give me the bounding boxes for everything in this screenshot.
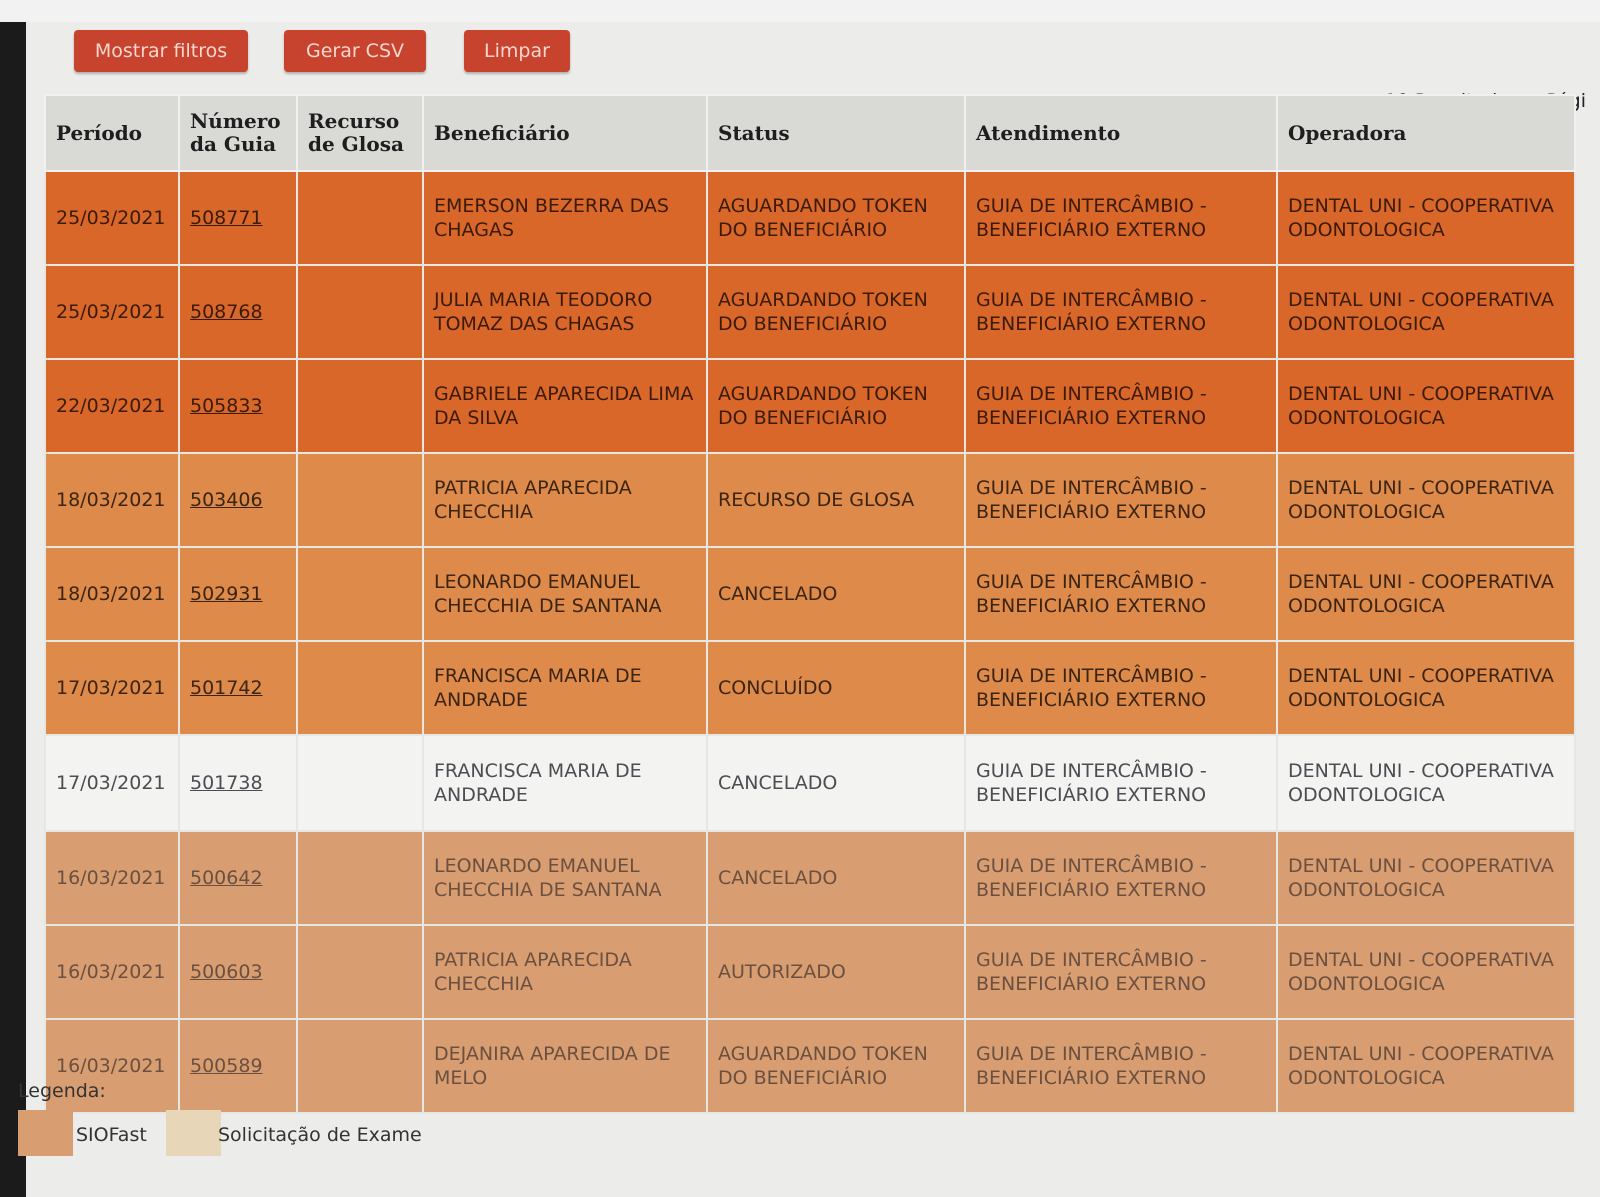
cell-atendimento: GUIA DE INTERCÂMBIO - BENEFICIÁRIO EXTER… — [964, 1018, 1278, 1114]
legend-exame-label: Solicitação de Exame — [218, 1124, 422, 1146]
cell-status: AGUARDANDO TOKEN DO BENEFICIÁRIO — [706, 358, 966, 454]
col-header-numero-guia[interactable]: Número da Guia — [178, 94, 298, 172]
table-row[interactable]: 25/03/2021 508768 JULIA MARIA TEODORO TO… — [44, 264, 1576, 360]
table-row[interactable]: 22/03/2021 505833 GABRIELE APARECIDA LIM… — [44, 358, 1576, 454]
table-row[interactable]: 25/03/2021 508771 EMERSON BEZERRA DAS CH… — [44, 170, 1576, 266]
legend-siofast-label: SIOFast — [76, 1124, 147, 1146]
col-header-periodo[interactable]: Período — [44, 94, 180, 172]
guia-link[interactable]: 501742 — [190, 677, 263, 699]
cell-beneficiario: JULIA MARIA TEODORO TOMAZ DAS CHAGAS — [422, 264, 708, 360]
cell-beneficiario: LEONARDO EMANUEL CHECCHIA DE SANTANA — [422, 546, 708, 642]
cell-recurso — [296, 264, 424, 360]
cell-periodo: 18/03/2021 — [44, 546, 180, 642]
cell-recurso — [296, 358, 424, 454]
cell-status: AUTORIZADO — [706, 924, 966, 1020]
cell-atendimento: GUIA DE INTERCÂMBIO - BENEFICIÁRIO EXTER… — [964, 452, 1278, 548]
cell-atendimento: GUIA DE INTERCÂMBIO - BENEFICIÁRIO EXTER… — [964, 546, 1278, 642]
cell-atendimento: GUIA DE INTERCÂMBIO - BENEFICIÁRIO EXTER… — [964, 830, 1278, 926]
cell-beneficiario: FRANCISCA MARIA DE ANDRADE — [422, 734, 708, 832]
cell-beneficiario: FRANCISCA MARIA DE ANDRADE — [422, 640, 708, 736]
cell-periodo: 17/03/2021 — [44, 734, 180, 832]
legend-title: Legenda: — [18, 1080, 106, 1102]
show-filters-button[interactable]: Mostrar filtros — [74, 30, 248, 72]
cell-recurso — [296, 924, 424, 1020]
clear-button[interactable]: Limpar — [464, 30, 570, 72]
table-row[interactable]: 18/03/2021 503406 PATRICIA APARECIDA CHE… — [44, 452, 1576, 548]
cell-recurso — [296, 640, 424, 736]
cell-recurso — [296, 1018, 424, 1114]
table-row[interactable]: 16/03/2021 500642 LEONARDO EMANUEL CHECC… — [44, 830, 1576, 926]
cell-beneficiario: GABRIELE APARECIDA LIMA DA SILVA — [422, 358, 708, 454]
cell-beneficiario: DEJANIRA APARECIDA DE MELO — [422, 1018, 708, 1114]
guia-link[interactable]: 502931 — [190, 583, 263, 605]
cell-periodo: 16/03/2021 — [44, 924, 180, 1020]
legend: SIOFast Solicitação de Exame — [18, 1110, 478, 1160]
cell-atendimento: GUIA DE INTERCÂMBIO - BENEFICIÁRIO EXTER… — [964, 640, 1278, 736]
cell-atendimento: GUIA DE INTERCÂMBIO - BENEFICIÁRIO EXTER… — [964, 264, 1278, 360]
cell-status: AGUARDANDO TOKEN DO BENEFICIÁRIO — [706, 1018, 966, 1114]
guia-link[interactable]: 505833 — [190, 395, 263, 417]
cell-status: CANCELADO — [706, 546, 966, 642]
cell-atendimento: GUIA DE INTERCÂMBIO - BENEFICIÁRIO EXTER… — [964, 734, 1278, 832]
table-row[interactable]: 18/03/2021 502931 LEONARDO EMANUEL CHECC… — [44, 546, 1576, 642]
cell-status: CANCELADO — [706, 734, 966, 832]
guia-link[interactable]: 500603 — [190, 961, 263, 983]
table-row[interactable]: 17/03/2021 501738 FRANCISCA MARIA DE AND… — [44, 734, 1576, 832]
browser-tab-strip — [0, 0, 1600, 23]
cell-recurso — [296, 452, 424, 548]
cell-status: CONCLUÍDO — [706, 640, 966, 736]
cell-periodo: 17/03/2021 — [44, 640, 180, 736]
table-row[interactable]: 16/03/2021 500603 PATRICIA APARECIDA CHE… — [44, 924, 1576, 1020]
cell-atendimento: GUIA DE INTERCÂMBIO - BENEFICIÁRIO EXTER… — [964, 358, 1278, 454]
guia-link[interactable]: 508771 — [190, 207, 263, 229]
cell-operadora: DENTAL UNI - COOPERATIVA ODONTOLOGICA — [1276, 358, 1576, 454]
cell-beneficiario: PATRICIA APARECIDA CHECCHIA — [422, 452, 708, 548]
col-header-status[interactable]: Status — [706, 94, 966, 172]
cell-operadora: DENTAL UNI - COOPERATIVA ODONTOLOGICA — [1276, 452, 1576, 548]
table-row[interactable]: 17/03/2021 501742 FRANCISCA MARIA DE AND… — [44, 640, 1576, 736]
guia-link[interactable]: 508768 — [190, 301, 263, 323]
cell-operadora: DENTAL UNI - COOPERATIVA ODONTOLOGICA — [1276, 640, 1576, 736]
cell-periodo: 18/03/2021 — [44, 452, 180, 548]
legend-exame-swatch — [166, 1110, 221, 1156]
cell-recurso — [296, 830, 424, 926]
cell-status: CANCELADO — [706, 830, 966, 926]
cell-operadora: DENTAL UNI - COOPERATIVA ODONTOLOGICA — [1276, 264, 1576, 360]
cell-periodo: 22/03/2021 — [44, 358, 180, 454]
guia-link[interactable]: 500589 — [190, 1055, 263, 1077]
col-header-operadora[interactable]: Operadora — [1276, 94, 1576, 172]
cell-status: AGUARDANDO TOKEN DO BENEFICIÁRIO — [706, 264, 966, 360]
guia-link[interactable]: 503406 — [190, 489, 263, 511]
cell-atendimento: GUIA DE INTERCÂMBIO - BENEFICIÁRIO EXTER… — [964, 924, 1278, 1020]
cell-operadora: DENTAL UNI - COOPERATIVA ODONTOLOGICA — [1276, 734, 1576, 832]
col-header-beneficiario[interactable]: Beneficiário — [422, 94, 708, 172]
col-header-recurso-glosa[interactable]: Recurso de Glosa — [296, 94, 424, 172]
table-row[interactable]: 16/03/2021 500589 DEJANIRA APARECIDA DE … — [44, 1018, 1576, 1114]
cell-operadora: DENTAL UNI - COOPERATIVA ODONTOLOGICA — [1276, 170, 1576, 266]
cell-periodo: 16/03/2021 — [44, 830, 180, 926]
cell-operadora: DENTAL UNI - COOPERATIVA ODONTOLOGICA — [1276, 1018, 1576, 1114]
cell-operadora: DENTAL UNI - COOPERATIVA ODONTOLOGICA — [1276, 924, 1576, 1020]
cell-beneficiario: EMERSON BEZERRA DAS CHAGAS — [422, 170, 708, 266]
cell-atendimento: GUIA DE INTERCÂMBIO - BENEFICIÁRIO EXTER… — [964, 170, 1278, 266]
guia-link[interactable]: 500642 — [190, 867, 263, 889]
cell-beneficiario: PATRICIA APARECIDA CHECCHIA — [422, 924, 708, 1020]
cell-operadora: DENTAL UNI - COOPERATIVA ODONTOLOGICA — [1276, 830, 1576, 926]
left-sidebar-edge — [0, 22, 26, 1197]
cell-status: AGUARDANDO TOKEN DO BENEFICIÁRIO — [706, 170, 966, 266]
cell-recurso — [296, 546, 424, 642]
col-header-atendimento[interactable]: Atendimento — [964, 94, 1278, 172]
guides-table: Período Número da Guia Recurso de Glosa … — [44, 94, 1576, 1114]
cell-periodo: 25/03/2021 — [44, 264, 180, 360]
table-header-row: Período Número da Guia Recurso de Glosa … — [44, 94, 1576, 172]
cell-operadora: DENTAL UNI - COOPERATIVA ODONTOLOGICA — [1276, 546, 1576, 642]
guia-link[interactable]: 501738 — [190, 772, 263, 794]
cell-periodo: 25/03/2021 — [44, 170, 180, 266]
legend-siofast-swatch — [18, 1110, 73, 1156]
cell-recurso — [296, 734, 424, 832]
cell-status: RECURSO DE GLOSA — [706, 452, 966, 548]
generate-csv-button[interactable]: Gerar CSV — [284, 30, 426, 72]
cell-recurso — [296, 170, 424, 266]
cell-beneficiario: LEONARDO EMANUEL CHECCHIA DE SANTANA — [422, 830, 708, 926]
